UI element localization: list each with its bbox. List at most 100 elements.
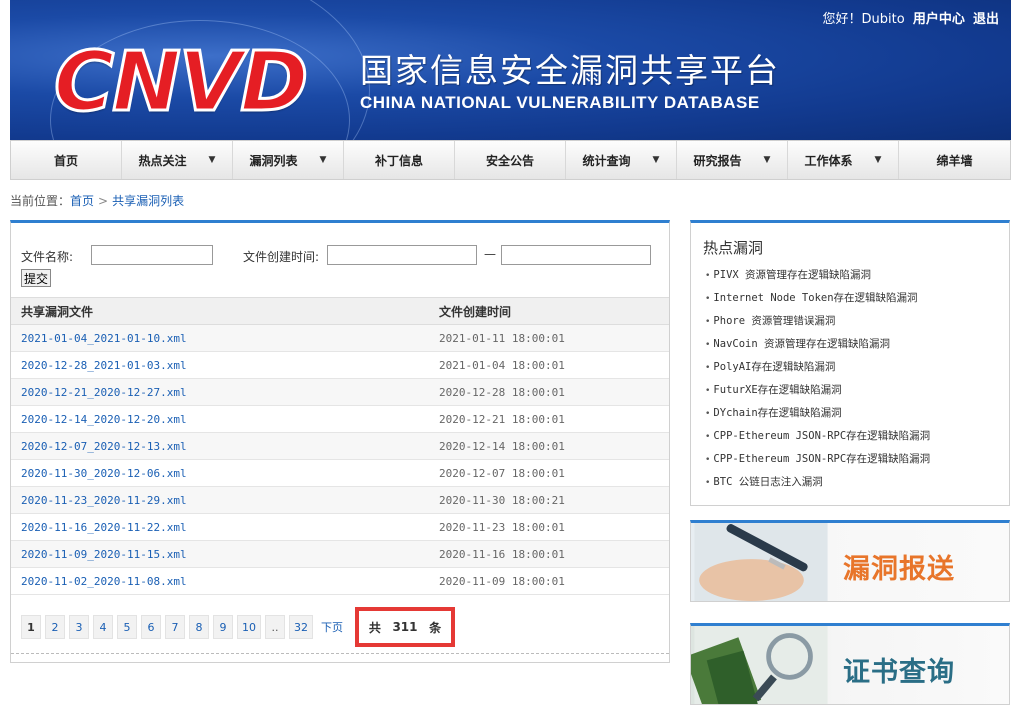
hot-vuln-link[interactable]: Internet Node Token存在逻辑缺陷漏洞 <box>713 292 917 304</box>
page-8-button[interactable]: 8 <box>189 615 209 639</box>
pen-hand-illustration <box>694 523 828 601</box>
table-row: 2020-12-21_2020-12-27.xml 2020-12-28 18:0… <box>11 378 669 406</box>
created-time-cell: 2021-01-11 18:00:01 <box>439 324 669 352</box>
logout-link[interactable]: 退出 <box>973 12 999 27</box>
total-suffix: 条 <box>429 620 442 635</box>
created-time-cell: 2021-01-04 18:00:01 <box>439 351 669 379</box>
file-link[interactable]: 2020-11-30_2020-12-06.xml <box>21 467 187 480</box>
caret-down-icon: ▼ <box>652 155 660 165</box>
date-range-dash: — <box>484 247 496 261</box>
list-item: NavCoin 资源管理存在逻辑缺陷漏洞 <box>705 336 930 359</box>
hot-vuln-link[interactable]: DYchain存在逻辑缺陷漏洞 <box>713 407 841 419</box>
next-page-button[interactable]: 下页 <box>317 615 347 639</box>
caret-down-icon: ▼ <box>319 155 327 165</box>
hot-vuln-link[interactable]: CPP-Ethereum JSON-RPC存在逻辑缺陷漏洞 <box>713 453 930 465</box>
nav-item-notice[interactable]: 安全公告 <box>455 141 566 179</box>
hot-vuln-link[interactable]: CPP-Ethereum JSON-RPC存在逻辑缺陷漏洞 <box>713 430 930 442</box>
hot-vuln-link[interactable]: PolyAI存在逻辑缺陷漏洞 <box>713 361 835 373</box>
user-bar: 您好！Dubito 用户中心 退出 <box>823 8 999 27</box>
table-row: 2020-11-02_2020-11-08.xml 2020-11-09 18:0… <box>11 567 669 595</box>
page-1-button[interactable]: 1 <box>21 615 41 639</box>
panel-divider <box>11 653 669 654</box>
page-3-button[interactable]: 3 <box>69 615 89 639</box>
total-count-box: 共 311 条 <box>355 607 455 647</box>
list-item: DYchain存在逻辑缺陷漏洞 <box>705 405 930 428</box>
breadcrumb-current-link[interactable]: 共享漏洞列表 <box>112 194 184 208</box>
file-cell: 2020-11-09_2020-11-15.xml <box>11 540 439 568</box>
breadcrumb-home-link[interactable]: 首页 <box>70 194 94 208</box>
file-link[interactable]: 2020-12-07_2020-12-13.xml <box>21 440 187 453</box>
nav-item-stats[interactable]: 统计查询 ▼ <box>566 141 677 179</box>
file-link[interactable]: 2020-11-16_2020-11-22.xml <box>21 521 187 534</box>
file-link[interactable]: 2020-11-09_2020-11-15.xml <box>21 548 187 561</box>
file-link[interactable]: 2021-01-04_2021-01-10.xml <box>21 332 187 345</box>
page-ellipsis: .. <box>265 615 285 639</box>
total-count: 311 <box>392 620 418 634</box>
date-end-input[interactable] <box>501 245 651 265</box>
site-title-en: CHINA NATIONAL VULNERABILITY DATABASE <box>360 93 760 112</box>
cert-query-label: 证书查询 <box>843 657 955 688</box>
cert-query-banner[interactable]: 证书查询 <box>690 623 1010 705</box>
file-link[interactable]: 2020-12-21_2020-12-27.xml <box>21 386 187 399</box>
file-link[interactable]: 2020-12-14_2020-12-20.xml <box>21 413 187 426</box>
nav-item-vuln-list[interactable]: 漏洞列表 ▼ <box>233 141 344 179</box>
list-item: PolyAI存在逻辑缺陷漏洞 <box>705 359 930 382</box>
nav-item-patch[interactable]: 补丁信息 <box>344 141 455 179</box>
created-time-cell: 2020-11-16 18:00:01 <box>439 540 669 568</box>
created-time-cell: 2020-11-09 18:00:01 <box>439 567 669 595</box>
file-link[interactable]: 2020-12-28_2021-01-03.xml <box>21 359 187 372</box>
page-10-button[interactable]: 10 <box>237 615 261 639</box>
hot-vuln-link[interactable]: FuturXE存在逻辑缺陷漏洞 <box>713 384 841 396</box>
file-cell: 2020-11-30_2020-12-06.xml <box>11 459 439 487</box>
nav-item-system[interactable]: 工作体系 ▼ <box>788 141 899 179</box>
pagination: 1 2 3 4 5 6 7 8 9 10 .. 32 下页 共 311 条 <box>21 607 455 647</box>
column-header-created: 文件创建时间 <box>439 297 669 325</box>
vuln-report-label: 漏洞报送 <box>843 554 955 585</box>
nav-item-sheep-wall[interactable]: 绵羊墙 <box>899 141 1010 179</box>
total-prefix: 共 <box>368 620 381 635</box>
hot-vuln-link[interactable]: PIVX 资源管理存在逻辑缺陷漏洞 <box>713 269 871 281</box>
hot-vuln-list: PIVX 资源管理存在逻辑缺陷漏洞 Internet Node Token存在逻… <box>705 267 930 497</box>
date-start-input[interactable] <box>327 245 477 265</box>
vuln-report-banner[interactable]: 漏洞报送 <box>690 520 1010 602</box>
user-center-link[interactable]: 用户中心 <box>913 12 965 27</box>
nav-label: 研究报告 <box>693 153 742 168</box>
nav-item-hot[interactable]: 热点关注 ▼ <box>122 141 233 179</box>
site-title-cn: 国家信息安全漏洞共享平台 <box>360 51 780 90</box>
page-7-button[interactable]: 7 <box>165 615 185 639</box>
page-9-button[interactable]: 9 <box>213 615 233 639</box>
list-item: CPP-Ethereum JSON-RPC存在逻辑缺陷漏洞 <box>705 451 930 474</box>
table-row: 2020-11-30_2020-12-06.xml 2020-12-07 18:0… <box>11 459 669 487</box>
page-4-button[interactable]: 4 <box>93 615 113 639</box>
shared-vuln-panel: 文件名称: 文件创建时间: — 提交 共享漏洞文件 文件创建时间 2021-01… <box>10 220 670 663</box>
page-6-button[interactable]: 6 <box>141 615 161 639</box>
page-2-button[interactable]: 2 <box>45 615 65 639</box>
nav-item-reports[interactable]: 研究报告 ▼ <box>677 141 788 179</box>
nav-label: 热点关注 <box>138 153 187 168</box>
list-item: Internet Node Token存在逻辑缺陷漏洞 <box>705 290 930 313</box>
file-link[interactable]: 2020-11-02_2020-11-08.xml <box>21 575 187 588</box>
hot-vuln-link[interactable]: NavCoin 资源管理存在逻辑缺陷漏洞 <box>713 338 890 350</box>
filename-label: 文件名称: <box>21 250 74 264</box>
submit-button[interactable]: 提交 <box>21 269 52 287</box>
created-time-cell: 2020-12-07 18:00:01 <box>439 459 669 487</box>
file-cell: 2020-12-07_2020-12-13.xml <box>11 432 439 460</box>
created-time-cell: 2020-11-30 18:00:21 <box>439 486 669 514</box>
nav-label: 漏洞列表 <box>249 153 298 168</box>
filename-input[interactable] <box>91 245 213 265</box>
hot-vuln-link[interactable]: Phore 资源管理错误漏洞 <box>713 315 835 327</box>
file-cell: 2020-12-21_2020-12-27.xml <box>11 378 439 406</box>
created-date-label: 文件创建时间: <box>243 250 320 264</box>
table-row: 2020-11-16_2020-11-22.xml 2020-11-23 18:0… <box>11 513 669 541</box>
file-cell: 2020-11-16_2020-11-22.xml <box>11 513 439 541</box>
file-cell: 2020-12-28_2021-01-03.xml <box>11 351 439 379</box>
file-link[interactable]: 2020-11-23_2020-11-29.xml <box>21 494 187 507</box>
hot-vuln-link[interactable]: BTC 公链日志注入漏洞 <box>713 476 822 488</box>
nav-label: 统计查询 <box>582 153 631 168</box>
cnvd-logo[interactable]: CNVD <box>52 40 309 125</box>
nav-item-home[interactable]: 首页 <box>11 141 122 179</box>
page-last-button[interactable]: 32 <box>289 615 313 639</box>
hot-vuln-title: 热点漏洞 <box>703 239 764 257</box>
nav-label: 绵羊墙 <box>936 153 973 168</box>
page-5-button[interactable]: 5 <box>117 615 137 639</box>
